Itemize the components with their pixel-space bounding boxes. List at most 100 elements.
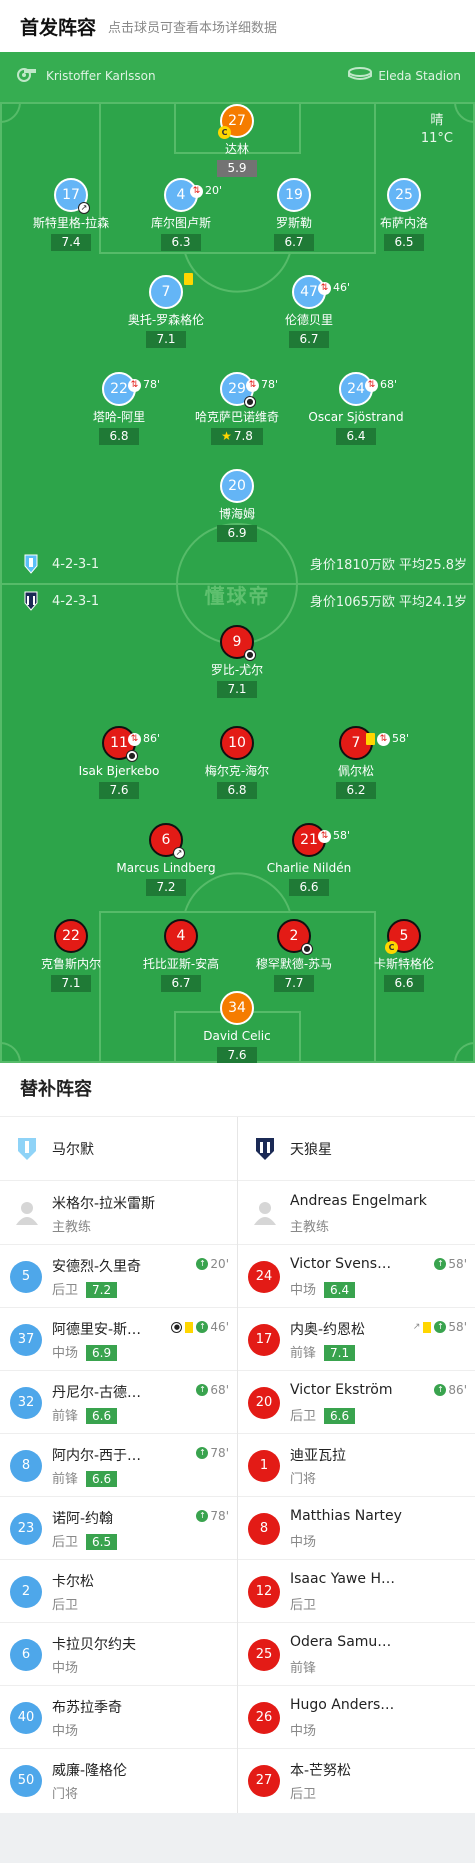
sub-marker: ⇅ 78' xyxy=(127,370,160,400)
player-marker[interactable]: 9 ● 罗比-尤尔 7.1 xyxy=(162,625,312,698)
sub-rating: 6.9 xyxy=(86,1345,118,1361)
bench-player-row[interactable]: 5 安德烈-久里奇 后卫 7.2 ↑ 20' xyxy=(0,1245,237,1308)
sub-marker: ⇅ 46' xyxy=(317,273,350,303)
bench-player-row[interactable]: 24 Victor Svens… 中场 6.4 ↑ 58' xyxy=(238,1245,475,1308)
sub-in-icon: ↑ xyxy=(196,1447,209,1459)
coach-role: 主教练 xyxy=(290,1220,330,1235)
player-rating: 6.9 xyxy=(217,525,257,542)
pitch: Kristoffer Karlsson Eleda Stadion 晴 11°C… xyxy=(0,52,475,1063)
player-rating: 6.6 xyxy=(289,879,329,896)
away-team-row[interactable]: 天狼星 xyxy=(238,1117,475,1181)
away-team-logo-icon xyxy=(256,1137,274,1160)
sub-in-icon: ↑ xyxy=(196,1321,209,1333)
sub-out-icon: ⇅ xyxy=(245,378,259,392)
player-marker[interactable]: 27 C 达林 5.9 xyxy=(162,104,312,177)
sub-in-icon: ↑ xyxy=(196,1510,209,1522)
player-rating: 6.7 xyxy=(274,234,314,251)
bench-player-row[interactable]: 17 内奥-约恩松 前锋 7.1 ↗ ↑ 58' xyxy=(238,1308,475,1371)
away-team-name: 天狼星 xyxy=(290,1141,332,1158)
yellow-card-icon xyxy=(365,733,375,745)
person-icon xyxy=(254,1202,276,1225)
bench-player-row[interactable]: 32 丹尼尔-古德… 前锋 6.6 ↑ 68' xyxy=(0,1371,237,1434)
coach-name: Andreas Engelmark xyxy=(290,1193,427,1209)
sub-marker: ⇅ 58' xyxy=(365,724,409,754)
sub-out-icon: ⇅ xyxy=(364,378,378,392)
home-coach-row[interactable]: 米格尔-拉米雷斯 主教练 xyxy=(0,1181,237,1245)
bench-player-row[interactable]: 40 布苏拉季奇 中场 xyxy=(0,1686,237,1749)
player-rating: 6.6 xyxy=(384,975,424,992)
goal-ball-icon: ● xyxy=(301,943,313,955)
sub-out-icon: ⇅ xyxy=(317,829,331,843)
home-team-badge-icon xyxy=(24,554,38,574)
bench-player-row[interactable]: 27 本-芒努松 后卫 xyxy=(238,1749,475,1813)
player-marker[interactable]: 7 ⇅ 58' 佩尔松 6.2 xyxy=(281,726,431,799)
sub-out-icon: ⇅ xyxy=(127,378,141,392)
away-team-badge-icon xyxy=(24,591,38,611)
captain-badge: C xyxy=(385,941,398,954)
home-team-logo-icon xyxy=(18,1137,36,1160)
bench-player-row[interactable]: 20 Victor Ekström 后卫 6.6 ↑ 86' xyxy=(238,1371,475,1434)
coach-role: 主教练 xyxy=(52,1220,92,1235)
bench-player-row[interactable]: 26 Hugo Anders… 中场 xyxy=(238,1686,475,1749)
sub-rating: 6.5 xyxy=(86,1534,118,1550)
player-rating: 7.6 xyxy=(99,782,139,799)
player-marker[interactable]: 7 奥托-罗森格伦 7.1 xyxy=(91,273,241,348)
bench-player-row[interactable]: 1 迪亚瓦拉 门将 xyxy=(238,1434,475,1497)
sub-rating: 6.6 xyxy=(86,1471,118,1487)
star-icon: ★ xyxy=(221,429,232,443)
sub-marker: ⇅ 20' xyxy=(189,176,222,206)
bench-player-row[interactable]: 2 卡尔松 后卫 xyxy=(0,1560,237,1623)
player-rating: 7.6 xyxy=(217,1047,257,1063)
bench-player-row[interactable]: 25 Odera Samu… 前锋 xyxy=(238,1623,475,1686)
match-info-bar: Kristoffer Karlsson Eleda Stadion xyxy=(0,52,475,102)
sub-rating: 6.4 xyxy=(324,1282,356,1298)
goal-ball-icon: ● xyxy=(244,396,256,408)
sub-marker: ⇅ 68' xyxy=(364,370,397,400)
bench-player-row[interactable]: 23 诺阿-约翰 后卫 6.5 ↑ 78' xyxy=(0,1497,237,1560)
player-rating: 7.1 xyxy=(217,681,257,698)
player-rating: 7.1 xyxy=(146,331,186,348)
sub-in-icon: ↑ xyxy=(434,1321,447,1333)
player-marker[interactable]: 5C 卡斯特格伦 6.6 xyxy=(329,919,475,992)
player-marker[interactable]: 20 博海姆 6.9 xyxy=(162,469,312,542)
sub-marker: ⇅ 58' xyxy=(317,821,350,851)
player-marker[interactable]: 47 ⇅ 46' 伦德贝里 6.7 xyxy=(234,275,384,348)
person-icon xyxy=(16,1202,38,1225)
away-coach-row[interactable]: Andreas Engelmark 主教练 xyxy=(238,1181,475,1245)
player-marker[interactable]: 24 ⇅ 68' Oscar Sjöstrand 6.4 xyxy=(281,372,431,445)
player-marker[interactable]: 21 ⇅ 58' Charlie Nildén 6.6 xyxy=(234,823,384,896)
player-marker[interactable]: 6 ↗ Marcus Lindberg 7.2 xyxy=(91,823,241,896)
player-rating: ★ 7.8 xyxy=(211,428,263,445)
sub-rating: 7.2 xyxy=(86,1282,118,1298)
bench-player-row[interactable]: 37 阿德里安-斯… 中场 6.9 ● ↑ 46' xyxy=(0,1308,237,1371)
bench-player-row[interactable]: 8 Matthias Nartey 中场 xyxy=(238,1497,475,1560)
player-rating: 6.8 xyxy=(99,428,139,445)
player-rating: 6.4 xyxy=(336,428,376,445)
page-footer xyxy=(0,1813,475,1863)
sub-rating: 6.6 xyxy=(324,1408,356,1424)
sub-in-icon: ↑ xyxy=(434,1258,447,1270)
player-rating: 6.5 xyxy=(384,234,424,251)
bench-player-row[interactable]: 6 卡拉贝尔约夫 中场 xyxy=(0,1623,237,1686)
stadium-icon xyxy=(348,67,372,80)
weather-condition: 晴 xyxy=(430,113,444,128)
goal-ball-icon: ● xyxy=(244,649,256,661)
bench-panel: 马尔默 米格尔-拉米雷斯 主教练 5 安德烈-久里奇 后卫 7.2 ↑ 20' 37… xyxy=(0,1117,475,1813)
home-team-row[interactable]: 马尔默 xyxy=(0,1117,237,1181)
bench-player-row[interactable]: 50 威廉-隆格伦 门将 xyxy=(0,1749,237,1813)
player-rating: 7.2 xyxy=(146,879,186,896)
temperature: 11°C xyxy=(420,131,453,146)
player-marker[interactable]: 34 David Celic 7.6 xyxy=(162,991,312,1063)
assist-boot-icon: ↗ xyxy=(412,1322,421,1332)
home-formation: 4-2-3-1 xyxy=(24,554,99,574)
bench-player-row[interactable]: 8 阿内尔-西于… 前锋 6.6 ↑ 78' xyxy=(0,1434,237,1497)
bench-player-row[interactable]: 12 Isaac Yawe H… 后卫 xyxy=(238,1560,475,1623)
player-rating: 6.7 xyxy=(289,331,329,348)
whistle-icon xyxy=(17,68,36,82)
away-formation: 4-2-3-1 xyxy=(24,591,99,611)
boot-icon: ↗ xyxy=(173,847,185,859)
home-value: 身价1810万欧 平均25.8岁 xyxy=(309,558,467,573)
player-marker[interactable]: 25 布萨内洛 6.5 xyxy=(329,178,475,251)
yellow-card-icon xyxy=(185,1321,194,1333)
sub-out-icon: ⇅ xyxy=(189,184,203,198)
